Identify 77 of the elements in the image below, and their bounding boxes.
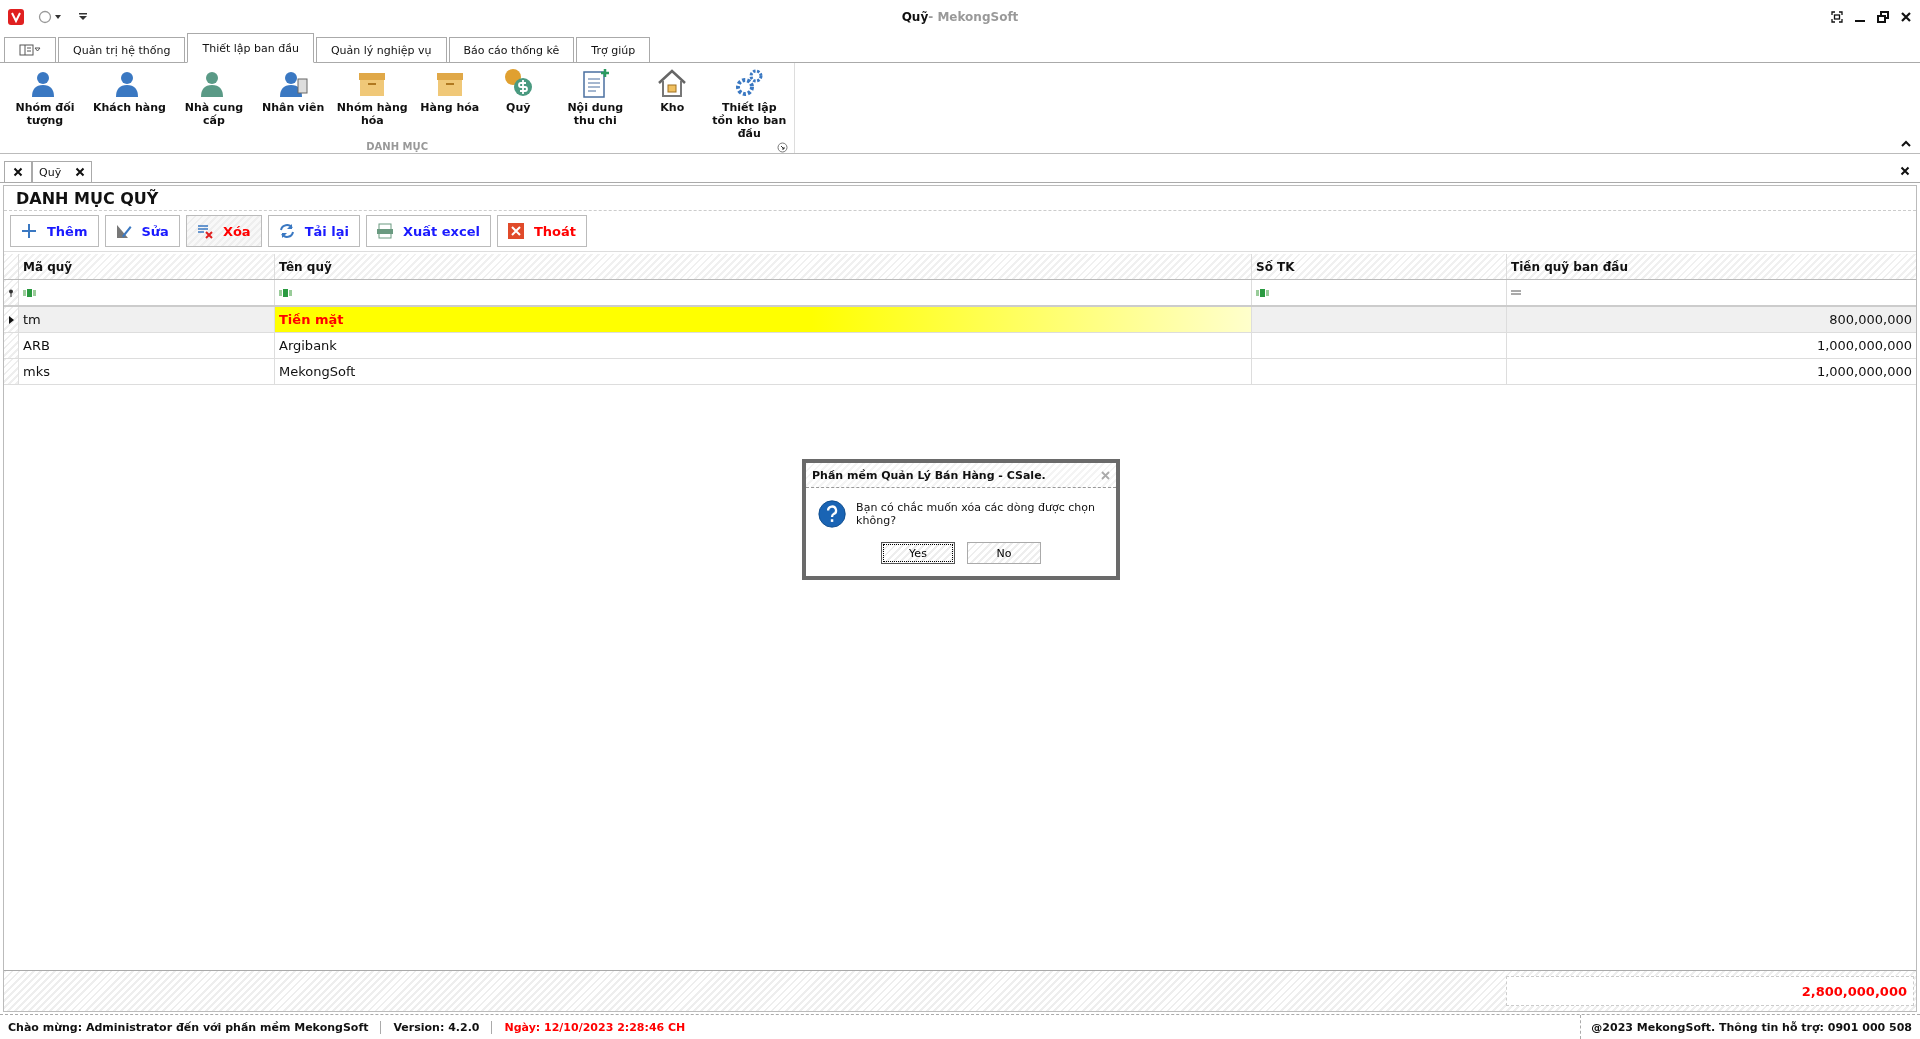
row-pointer-icon: [8, 315, 14, 324]
panel-title: DANH MỤC QUỸ: [16, 188, 159, 208]
ribbon-button[interactable]: Thiết lập tồn kho ban đầu: [706, 63, 793, 140]
ribbon-button[interactable]: Nhóm hàng hóa: [329, 63, 416, 140]
toolbar-button[interactable]: Tải lại: [267, 215, 360, 247]
column-header[interactable]: Số TK: [1252, 254, 1507, 279]
coins-icon: [502, 67, 535, 99]
app-logo-icon[interactable]: [8, 9, 24, 25]
ribbon-button[interactable]: Nhóm đối tượng: [2, 63, 88, 140]
text-filter-icon: [1256, 288, 1270, 297]
dialog-title: Phần mềm Quản Lý Bán Hàng - CSale.: [812, 468, 1046, 482]
ribbon-tab[interactable]: Quản lý nghiệp vụ: [315, 37, 447, 62]
column-header[interactable]: Mã quỹ: [19, 254, 275, 279]
ribbon-button[interactable]: Hàng hóa: [415, 63, 485, 140]
dialog-message: Bạn có chắc muốn xóa các dòng được chọn không?: [856, 501, 1096, 527]
equals-filter-icon: [1511, 290, 1521, 295]
table-cell: Argibank: [279, 338, 337, 353]
table-row[interactable]: tm Tiền mặt 800,000,000: [4, 307, 1916, 333]
document-tab[interactable]: Quỹ: [32, 161, 93, 182]
table-cell: 1,000,000,000: [1816, 364, 1912, 379]
pencil-ruler-icon: [115, 223, 132, 239]
support-text: @2023 MekongSoft. Thông tin hỗ trợ: 0901 000 508: [1580, 1015, 1912, 1039]
table-cell: tm: [23, 312, 41, 327]
toolbar-button[interactable]: Thêm: [10, 215, 99, 247]
quick-access-menu-icon[interactable]: [78, 12, 88, 22]
ribbon-button[interactable]: Khách hàng: [88, 63, 171, 140]
ribbon-button[interactable]: Nhà cung cấp: [170, 63, 257, 140]
table-row[interactable]: ARB Argibank 1,000,000,000: [4, 333, 1916, 359]
ribbon-tab[interactable]: Trợ giúp: [576, 37, 651, 62]
plus-icon: [21, 223, 37, 239]
circle-dropdown-icon[interactable]: [38, 10, 64, 24]
close-icon[interactable]: [1900, 166, 1910, 176]
delete-row-icon: [196, 223, 213, 239]
total-cell: 2,800,000,000: [1506, 976, 1914, 1006]
filter-pin-icon: [8, 288, 14, 297]
app-name: - MekongSoft: [928, 10, 1019, 24]
close-box-icon: [507, 223, 524, 239]
version-text: Version: 4.2.0: [380, 1020, 492, 1034]
date-text: Ngày: 12/10/2023 2:28:46 CH: [491, 1020, 698, 1034]
ribbon-tab[interactable]: Thiết lập ban đầu: [187, 33, 314, 63]
restore-icon[interactable]: [1877, 11, 1889, 23]
ribbon-group-label: DANH MỤC: [366, 141, 428, 152]
dialog-button[interactable]: Yes: [881, 542, 955, 564]
dialog-launcher-icon[interactable]: [777, 142, 789, 153]
spreadsheet-icon: [376, 223, 393, 239]
table-cell: ARB: [23, 338, 50, 353]
panel-icon: [19, 44, 41, 56]
ribbon-tab[interactable]: Quản trị hệ thống: [58, 37, 186, 62]
ribbon-tab[interactable]: Báo cáo thống kê: [448, 37, 575, 62]
collapse-ribbon-icon[interactable]: [1900, 139, 1912, 147]
table-cell: 1,000,000,000: [1816, 338, 1912, 353]
toolbar-button[interactable]: Sửa: [104, 215, 180, 247]
table-cell: 800,000,000: [1829, 312, 1912, 327]
toolbar-button[interactable]: Xóa: [185, 215, 262, 247]
welcome-text: Chào mừng: Administrator đến với phần mềm MekongSoft: [8, 1020, 370, 1034]
close-icon[interactable]: [1900, 11, 1912, 23]
column-header[interactable]: Tiền quỹ ban đầu: [1507, 254, 1916, 279]
close-icon: [13, 167, 23, 177]
table-cell: Tiền mặt: [279, 312, 344, 327]
close-icon[interactable]: [75, 167, 86, 177]
text-filter-icon: [23, 288, 37, 297]
column-header[interactable]: Tên quỹ: [275, 254, 1252, 279]
ribbon-button[interactable]: Kho: [638, 63, 707, 140]
window-title: Quỹ: [901, 10, 929, 24]
table-row[interactable]: mks MekongSoft 1,000,000,000: [4, 359, 1916, 385]
table-cell: MekongSoft: [279, 364, 356, 379]
ribbon-button[interactable]: Quỹ: [484, 63, 553, 140]
toolbar-button[interactable]: Xuất excel: [365, 215, 491, 247]
fullscreen-icon[interactable]: [1831, 11, 1843, 23]
ribbon-button[interactable]: Nhân viên: [256, 63, 330, 140]
dialog-button[interactable]: No: [967, 542, 1041, 564]
ribbon-button[interactable]: Nội dung thu chi: [552, 63, 639, 140]
question-icon: [818, 498, 847, 530]
text-filter-icon: [279, 288, 293, 297]
refresh-icon: [278, 223, 295, 239]
table-cell: mks: [23, 364, 50, 379]
toolbar-button[interactable]: Thoát: [496, 215, 587, 247]
